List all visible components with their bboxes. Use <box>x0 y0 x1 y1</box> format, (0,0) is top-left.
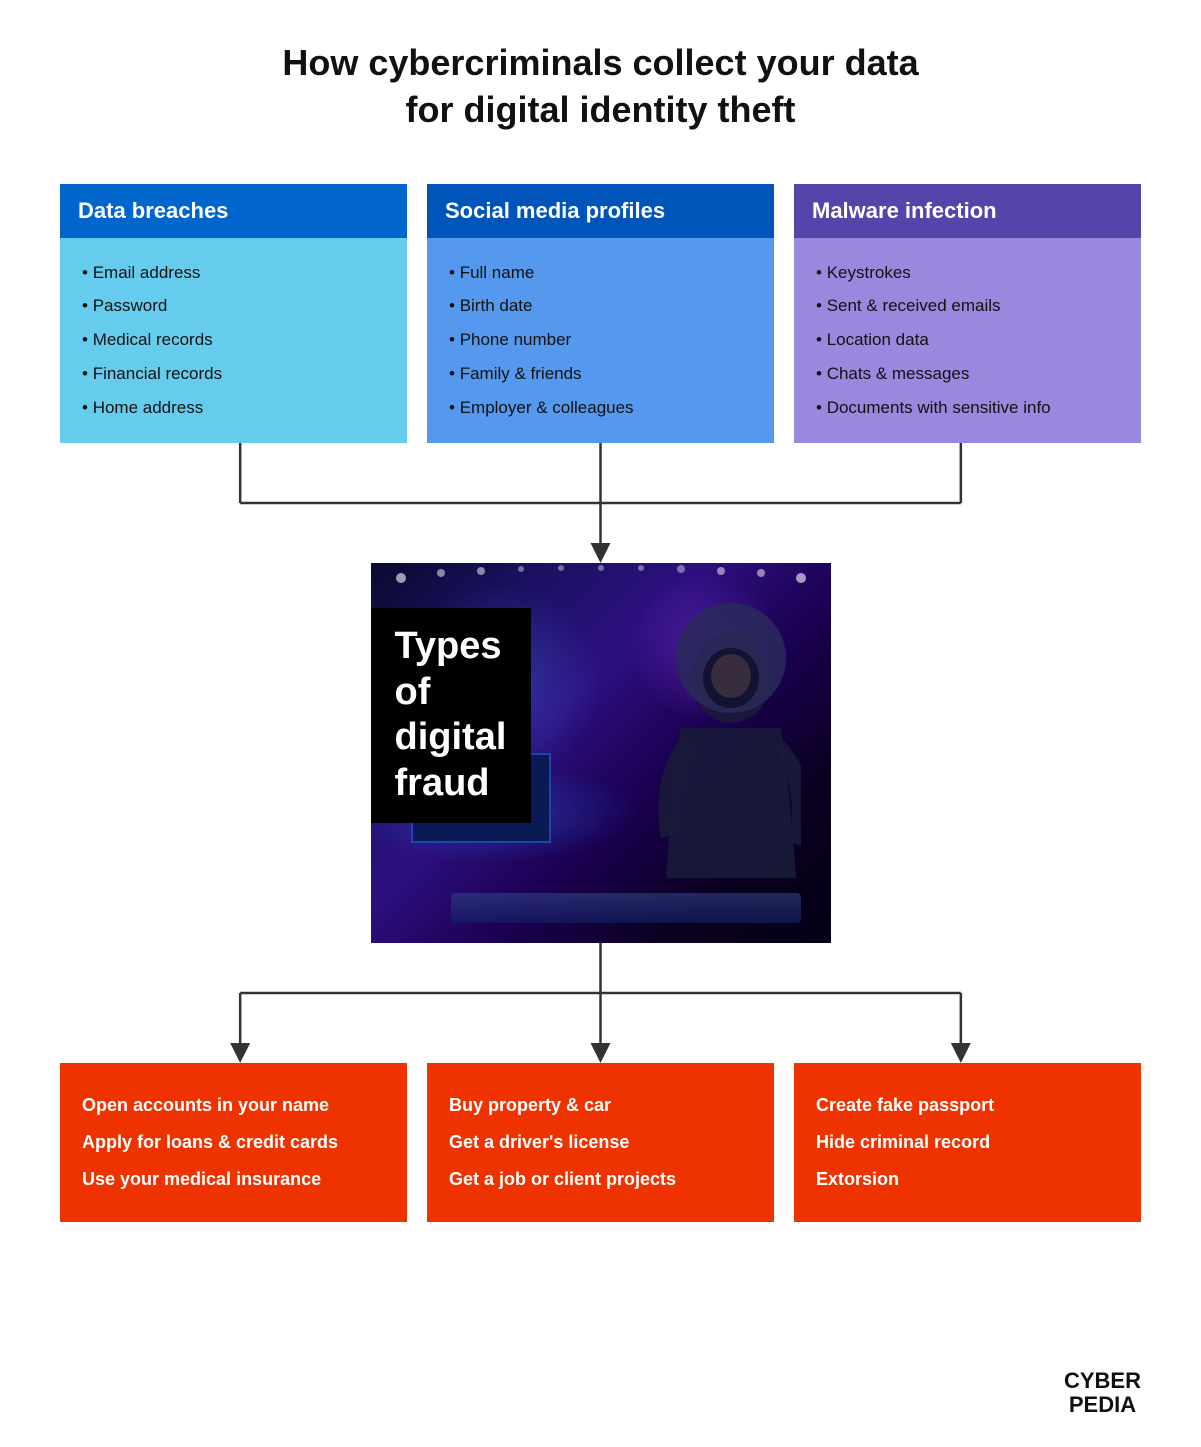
list-item: Financial records <box>82 357 385 391</box>
list-item: Chats & messages <box>816 357 1119 391</box>
bottom-connector <box>60 943 1141 1063</box>
data-breaches-list: Email address Password Medical records F… <box>82 256 385 425</box>
list-item: Phone number <box>449 323 752 357</box>
list-item: Location data <box>816 323 1119 357</box>
title-line1: How cybercriminals collect your data <box>282 42 918 83</box>
hacker-image: Types of digital fraud <box>371 563 831 943</box>
logo-line2: PEDIA <box>1064 1393 1141 1417</box>
list-item: Home address <box>82 391 385 425</box>
list-item: Medical records <box>82 323 385 357</box>
financial-fraud-box: Open accounts in your name Apply for loa… <box>60 1063 407 1223</box>
criminal-fraud-box: Create fake passport Hide criminal recor… <box>794 1063 1141 1223</box>
list-item: Get a job or client projects <box>449 1161 752 1198</box>
fraud-overlay: Types of digital fraud <box>371 608 531 822</box>
list-item: Birth date <box>449 289 752 323</box>
list-item: Sent & received emails <box>816 289 1119 323</box>
list-item: Full name <box>449 256 752 290</box>
fraud-title: Types of digital fraud <box>395 624 507 806</box>
cyberpedia-logo: CYBER PEDIA <box>1064 1369 1141 1417</box>
malware-body: Keystrokes Sent & received emails Locati… <box>794 238 1141 443</box>
list-item: Get a driver's license <box>449 1124 752 1161</box>
malware-list: Keystrokes Sent & received emails Locati… <box>816 256 1119 425</box>
social-media-header: Social media profiles <box>427 184 774 238</box>
identity-fraud-box: Buy property & car Get a driver's licens… <box>427 1063 774 1223</box>
page-container: How cybercriminals collect your data for… <box>0 0 1201 1282</box>
data-breaches-header: Data breaches <box>60 184 407 238</box>
list-item: Open accounts in your name <box>82 1087 385 1124</box>
list-item: Employer & colleagues <box>449 391 752 425</box>
list-item: Extorsion <box>816 1161 1119 1198</box>
identity-fraud-list: Buy property & car Get a driver's licens… <box>449 1087 752 1199</box>
financial-fraud-list: Open accounts in your name Apply for loa… <box>82 1087 385 1199</box>
main-title: How cybercriminals collect your data for… <box>282 40 918 134</box>
logo-line1: CYBER <box>1064 1369 1141 1393</box>
hacker-section: Types of digital fraud <box>60 563 1141 943</box>
social-media-list: Full name Birth date Phone number Family… <box>449 256 752 425</box>
list-item: Email address <box>82 256 385 290</box>
top-connector <box>60 443 1141 563</box>
malware-header: Malware infection <box>794 184 1141 238</box>
list-item: Use your medical insurance <box>82 1161 385 1198</box>
list-item: Hide criminal record <box>816 1124 1119 1161</box>
data-breaches-box: Data breaches Email address Password Med… <box>60 184 407 443</box>
social-media-body: Full name Birth date Phone number Family… <box>427 238 774 443</box>
bottom-boxes-container: Open accounts in your name Apply for loa… <box>60 1063 1141 1223</box>
list-item: Password <box>82 289 385 323</box>
list-item: Apply for loans & credit cards <box>82 1124 385 1161</box>
person-silhouette <box>621 598 801 943</box>
social-media-box: Social media profiles Full name Birth da… <box>427 184 774 443</box>
title-line2: for digital identity theft <box>406 89 796 130</box>
data-breaches-body: Email address Password Medical records F… <box>60 238 407 443</box>
list-item: Create fake passport <box>816 1087 1119 1124</box>
list-item: Family & friends <box>449 357 752 391</box>
malware-box: Malware infection Keystrokes Sent & rece… <box>794 184 1141 443</box>
criminal-fraud-list: Create fake passport Hide criminal recor… <box>816 1087 1119 1199</box>
list-item: Buy property & car <box>449 1087 752 1124</box>
list-item: Keystrokes <box>816 256 1119 290</box>
top-boxes-container: Data breaches Email address Password Med… <box>60 184 1141 443</box>
list-item: Documents with sensitive info <box>816 391 1119 425</box>
